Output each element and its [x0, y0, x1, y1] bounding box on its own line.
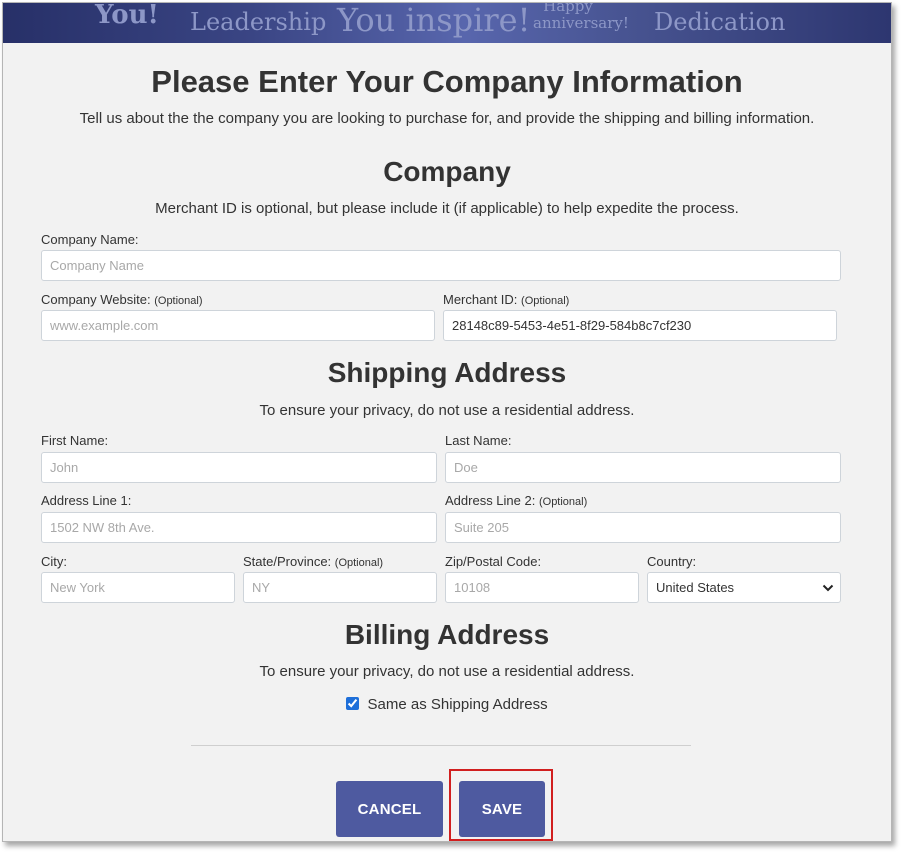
optional-tag: (Optional) — [154, 295, 203, 307]
page-subtitle: Tell us about the the company you are lo… — [79, 110, 815, 127]
address-line-2-input[interactable] — [445, 512, 841, 543]
last-name-label: Last Name: — [445, 433, 512, 448]
optional-tag: (Optional) — [334, 557, 384, 569]
save-highlight-box — [449, 769, 553, 841]
billing-section-title: Billing Address — [344, 619, 550, 650]
company-name-input[interactable] — [41, 250, 841, 281]
divider — [191, 745, 691, 746]
address-line-1-input[interactable] — [41, 512, 437, 543]
country-select[interactable]: United States — [647, 572, 841, 603]
banner-word: You inspire! — [337, 3, 531, 39]
same-as-shipping-row: Same as Shipping Address — [3, 696, 891, 713]
optional-tag: (Optional) — [538, 496, 588, 508]
billing-section-subtitle: To ensure your privacy, do not use a res… — [259, 663, 635, 680]
company-section-subtitle: Merchant ID is optional, but please incl… — [155, 200, 739, 217]
page-frame: You! Leadership You inspire! Happy anniv… — [2, 2, 892, 842]
state-label: State/Province: (Optional) — [243, 554, 384, 569]
first-name-input[interactable] — [41, 452, 437, 483]
last-name-input[interactable] — [445, 452, 841, 483]
merchant-id-label: Merchant ID: (Optional) — [443, 292, 570, 307]
same-as-shipping-checkbox[interactable] — [346, 697, 360, 710]
merchant-id-input[interactable] — [443, 310, 837, 341]
same-as-shipping-label[interactable]: Same as Shipping Address — [368, 696, 548, 713]
country-label: Country: — [647, 554, 697, 569]
city-label: City: — [41, 554, 67, 569]
page-title: Please Enter Your Company Information — [151, 64, 743, 99]
company-name-label: Company Name: — [41, 232, 139, 247]
state-input[interactable] — [243, 572, 437, 603]
shipping-section-title: Shipping Address — [327, 357, 567, 388]
zip-input[interactable] — [445, 572, 639, 603]
banner-word: Happy anniversary! — [533, 3, 629, 32]
cancel-button[interactable]: CANCEL — [336, 781, 443, 837]
address-line-2-label: Address Line 2: (Optional) — [445, 493, 588, 508]
banner-word: Leadership — [190, 8, 327, 36]
shipping-section-subtitle: To ensure your privacy, do not use a res… — [259, 402, 635, 419]
address-line-1-label: Address Line 1: — [41, 493, 132, 508]
company-section-title: Company — [383, 156, 511, 187]
optional-tag: (Optional) — [521, 295, 570, 307]
header-banner: You! Leadership You inspire! Happy anniv… — [3, 3, 891, 43]
banner-word: Dedication — [654, 8, 786, 36]
banner-word: You! — [95, 3, 159, 30]
zip-label: Zip/Postal Code: — [445, 554, 542, 569]
city-input[interactable] — [41, 572, 235, 603]
company-website-input[interactable] — [41, 310, 435, 341]
first-name-label: First Name: — [41, 433, 109, 448]
company-website-label: Company Website: (Optional) — [41, 292, 203, 307]
